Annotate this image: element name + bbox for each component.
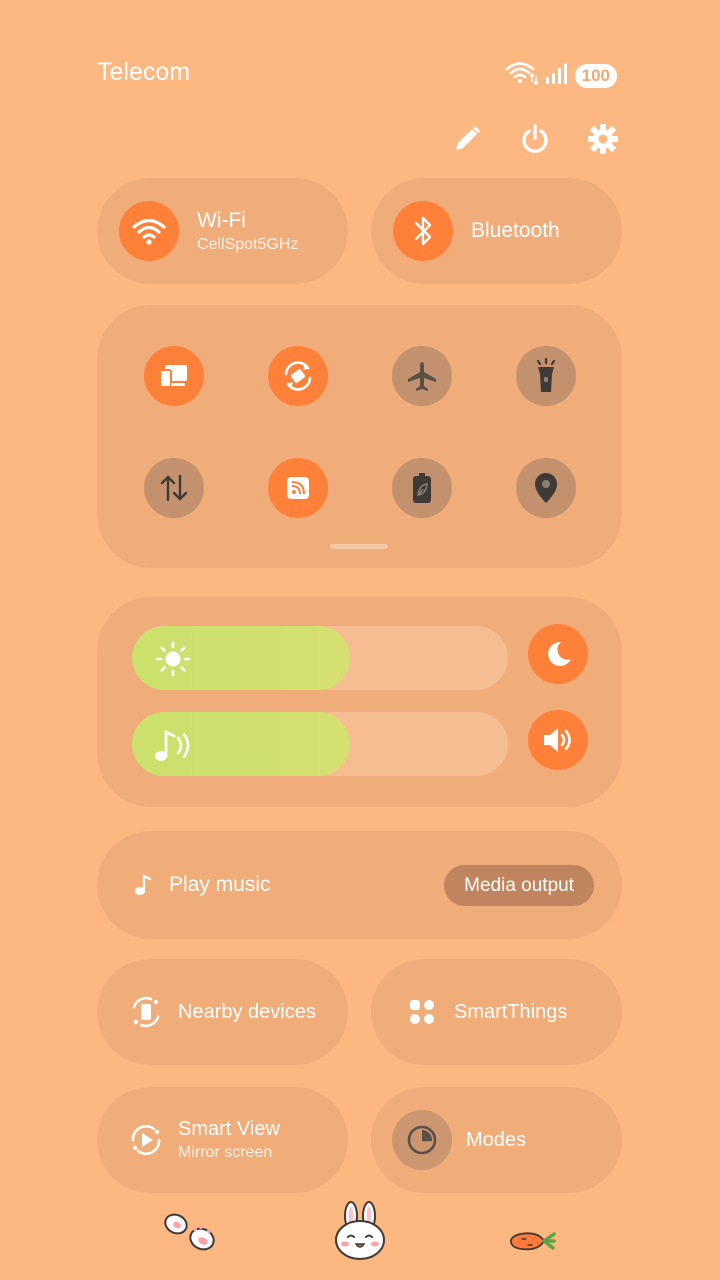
bluetooth-title: Bluetooth xyxy=(471,219,560,242)
carrot-icon xyxy=(508,1226,556,1261)
settings-icon[interactable] xyxy=(586,122,620,156)
top-actions xyxy=(450,122,620,156)
smart-view-title: Smart View xyxy=(178,1118,280,1140)
media-output-button[interactable]: Media output xyxy=(444,865,594,906)
sun-icon xyxy=(154,640,192,678)
speaker-icon[interactable] xyxy=(528,710,588,770)
wifi-network-name: CellSpot5GHz xyxy=(197,235,299,253)
mobile-data-icon[interactable] xyxy=(144,458,204,518)
bluetooth-tile[interactable]: Bluetooth xyxy=(371,178,622,284)
music-note-small-icon xyxy=(133,873,155,897)
wifi-icon[interactable] xyxy=(119,201,179,261)
brightness-slider[interactable] xyxy=(132,626,508,690)
smart-view-subtitle: Mirror screen xyxy=(178,1144,273,1161)
moon-icon[interactable] xyxy=(528,624,588,684)
quick-toggle-grid xyxy=(97,305,622,568)
expand-handle[interactable] xyxy=(330,544,388,549)
location-icon[interactable] xyxy=(516,458,576,518)
nearby-devices-label: Nearby devices xyxy=(178,1000,316,1023)
smart-view-icon xyxy=(126,1120,166,1160)
theme-decorations xyxy=(0,1198,720,1268)
smartthings-tile[interactable]: SmartThings xyxy=(371,959,622,1065)
signal-icon xyxy=(545,61,569,90)
bluetooth-icon[interactable] xyxy=(393,201,453,261)
bunny-icon xyxy=(332,1200,388,1267)
play-music-button[interactable]: Play music xyxy=(169,873,271,897)
status-bar: Telecom 100 xyxy=(97,52,617,92)
wifi-status-icon xyxy=(505,60,539,91)
screen-share-icon[interactable] xyxy=(144,346,204,406)
power-saving-icon[interactable] xyxy=(392,458,452,518)
flashlight-icon[interactable] xyxy=(516,346,576,406)
wifi-title: Wi-Fi xyxy=(197,208,246,232)
music-note-icon xyxy=(154,726,192,764)
wifi-tile[interactable]: Wi-Fi CellSpot5GHz xyxy=(97,178,348,284)
carrier-name: Telecom xyxy=(97,58,191,86)
airplane-icon[interactable] xyxy=(392,346,452,406)
nearby-devices-icon xyxy=(126,992,166,1032)
modes-label: Modes xyxy=(466,1128,527,1151)
nearby-devices-tile[interactable]: Nearby devices xyxy=(97,959,348,1065)
status-icons: 100 xyxy=(505,60,617,91)
slider-panel xyxy=(97,597,622,807)
battery-indicator: 100 xyxy=(574,63,617,88)
modes-icon[interactable] xyxy=(392,1110,452,1170)
modes-tile[interactable]: Modes xyxy=(371,1087,622,1193)
media-panel: Play music Media output xyxy=(97,831,622,939)
power-icon[interactable] xyxy=(518,122,552,156)
smart-view-tile[interactable]: Smart View Mirror screen xyxy=(97,1087,348,1193)
edit-icon[interactable] xyxy=(450,122,484,156)
hotspot-icon[interactable] xyxy=(268,458,328,518)
volume-slider[interactable] xyxy=(132,712,508,776)
smartthings-icon xyxy=(402,992,442,1032)
smartthings-label: SmartThings xyxy=(454,1000,568,1023)
auto-rotate-icon[interactable] xyxy=(268,346,328,406)
paw-prints-icon xyxy=(162,1208,220,1263)
